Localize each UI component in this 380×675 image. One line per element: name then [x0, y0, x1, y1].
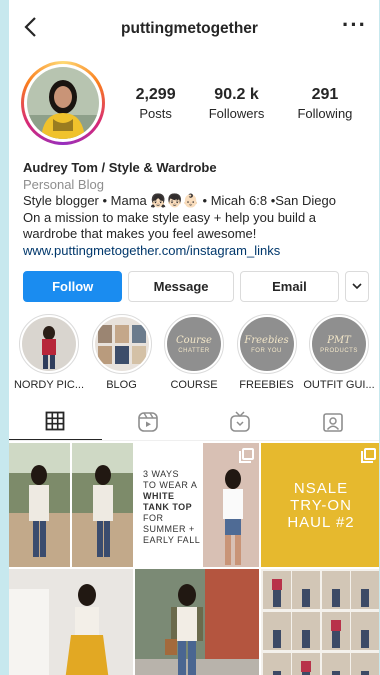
post-text: TANK TOP: [143, 502, 193, 512]
posts-label: Posts: [139, 105, 172, 121]
action-buttons: Follow Message Email: [9, 259, 379, 302]
highlight-item[interactable]: Freebies FOR YOU FREEBIES: [233, 314, 301, 391]
highlight-cover-text: PMT: [327, 334, 351, 346]
highlight-cover-subtext: FOR YOU: [251, 347, 282, 354]
tagged-icon: [322, 413, 343, 432]
highlight-label: COURSE: [170, 379, 218, 391]
highlight-item[interactable]: NORDY PIC...: [13, 314, 85, 391]
post-thumbnail[interactable]: [261, 569, 379, 675]
bio-line: Style blogger • Mama 👧🏻👦🏻👶🏻 • Micah 6:8 …: [23, 193, 336, 208]
bio-line: On a mission to make style easy + help y…: [23, 209, 317, 242]
post-text: WHITE: [143, 491, 175, 501]
igtv-icon: [230, 411, 251, 432]
following-label: Following: [297, 105, 353, 121]
post-thumbnail[interactable]: [9, 569, 133, 675]
story-ring[interactable]: [21, 61, 105, 145]
following-count: 291: [311, 85, 339, 103]
profile-header: 2,299 Posts 90.2 k Followers 291 Followi…: [9, 58, 379, 148]
posts-count: 2,299: [135, 85, 176, 103]
tab-reels[interactable]: [102, 411, 195, 440]
post-text: HAUL #2: [287, 513, 355, 531]
profile-category: Personal Blog: [23, 176, 104, 192]
chevron-down-icon: [352, 283, 362, 290]
followers-label: Followers: [208, 105, 265, 121]
highlight-cover: [94, 317, 149, 371]
post-thumbnail[interactable]: 3 WAYS TO WEAR A WHITE TANK TOP FOR SUMM…: [135, 443, 259, 567]
posts-grid: 3 WAYS TO WEAR A WHITE TANK TOP FOR SUMM…: [9, 443, 379, 675]
post-text: FOR: [143, 513, 164, 523]
highlight-label: OUTFIT GUI...: [303, 379, 375, 391]
profile-tabs: [9, 411, 379, 441]
post-text: SUMMER +: [143, 524, 195, 534]
suggested-accounts-button[interactable]: [345, 271, 369, 302]
followers-stat[interactable]: 90.2 k Followers: [209, 86, 265, 121]
story-highlights: NORDY PIC... BLOG Course CHATTER COURSE F…: [9, 302, 379, 391]
post-thumbnail[interactable]: NSALE TRY-ON HAUL #2: [261, 443, 379, 567]
more-horizontal-icon[interactable]: ···: [342, 14, 367, 36]
post-thumbnail[interactable]: [9, 443, 133, 567]
follow-button[interactable]: Follow: [23, 271, 123, 302]
carousel-icon: [239, 448, 254, 463]
tab-tagged[interactable]: [287, 411, 380, 440]
profile-stats: 2,299 Posts 90.2 k Followers 291 Followi…: [119, 86, 369, 121]
highlight-cover: [22, 317, 76, 371]
highlight-item[interactable]: BLOG: [88, 314, 156, 391]
following-stat[interactable]: 291 Following: [297, 86, 352, 121]
highlight-cover: Course CHATTER: [167, 317, 221, 371]
post-text: EARLY FALL: [143, 535, 201, 545]
highlight-cover-text: Freebies: [244, 334, 289, 346]
tab-posts[interactable]: [9, 411, 102, 440]
chevron-left-icon[interactable]: [23, 16, 37, 43]
post-text: TRY-ON: [290, 496, 352, 514]
bio: Audrey Tom / Style & Wardrobe Personal B…: [9, 148, 379, 259]
highlight-cover: Freebies FOR YOU: [239, 317, 294, 371]
post-text: NSALE: [293, 479, 349, 497]
grid-icon: [45, 411, 65, 431]
email-button[interactable]: Email: [239, 271, 340, 302]
avatar[interactable]: [27, 67, 99, 139]
post-text: 3 WAYS: [143, 469, 180, 479]
highlight-cover-text: Course: [176, 334, 212, 346]
profile-username: puttingmetogether: [121, 20, 258, 37]
tab-igtv[interactable]: [194, 411, 287, 440]
post-thumbnail[interactable]: [135, 569, 259, 675]
carousel-icon: [361, 448, 376, 463]
highlight-label: NORDY PIC...: [13, 379, 85, 391]
top-bar: puttingmetogether ···: [9, 0, 379, 58]
posts-stat[interactable]: 2,299 Posts: [136, 86, 176, 121]
highlight-cover: PMT PRODUCTS: [312, 317, 366, 371]
highlight-cover-subtext: PRODUCTS: [320, 347, 358, 354]
highlight-cover-subtext: CHATTER: [178, 347, 210, 354]
highlight-item[interactable]: Course CHATTER COURSE: [160, 314, 228, 391]
reels-icon: [137, 412, 158, 432]
phone-screen: puttingmetogether ··· 2,299 Posts 90.2 k…: [9, 0, 379, 675]
highlight-label: BLOG: [106, 379, 137, 391]
profile-name: Audrey Tom / Style & Wardrobe: [23, 160, 217, 175]
highlight-item[interactable]: PMT PRODUCTS OUTFIT GUI...: [303, 314, 375, 391]
post-text: TO WEAR A: [143, 480, 198, 490]
highlight-label: FREEBIES: [239, 379, 294, 391]
message-button[interactable]: Message: [128, 271, 234, 302]
bio-link[interactable]: www.puttingmetogether.com/instagram_link…: [23, 243, 365, 260]
followers-count: 90.2 k: [214, 85, 259, 103]
